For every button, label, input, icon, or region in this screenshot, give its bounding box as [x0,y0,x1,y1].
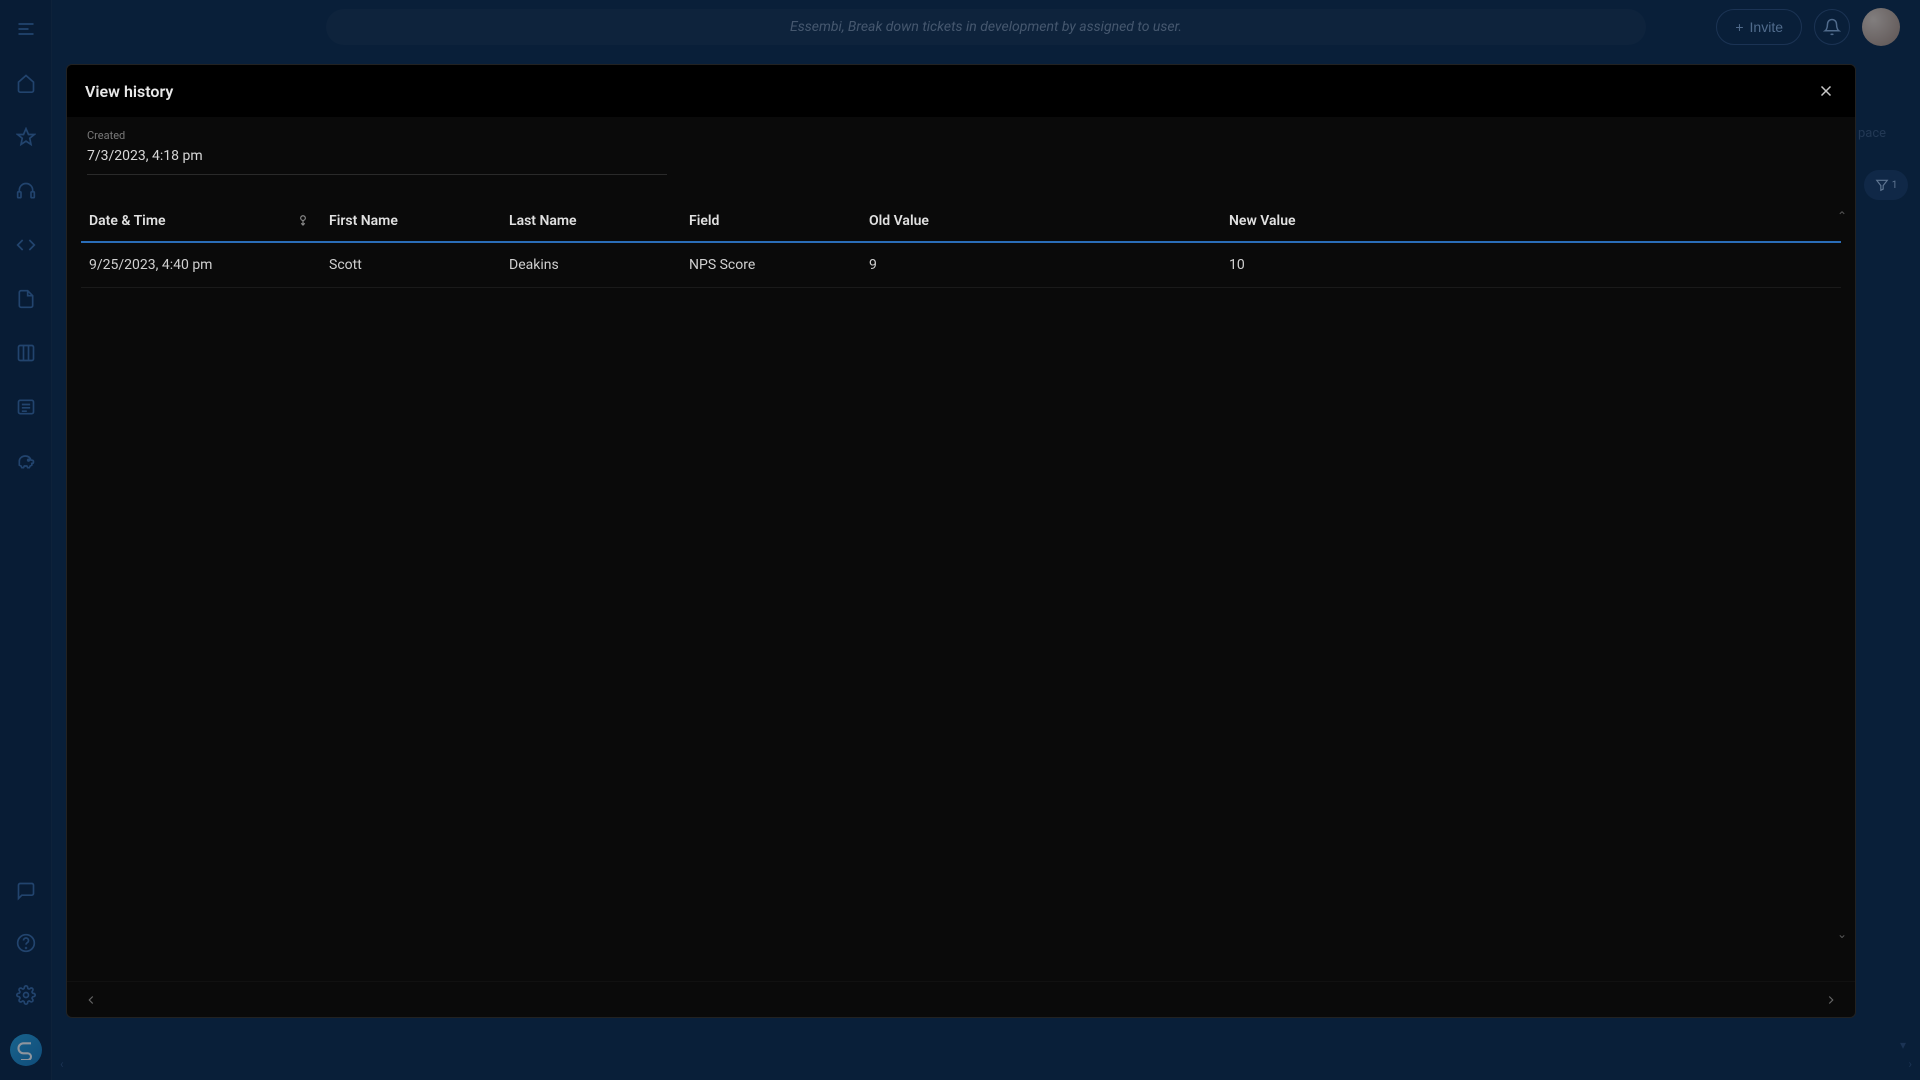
cell-new-value: 10 [1221,242,1841,288]
cell-old-value: 9 [861,242,1221,288]
col-header-label: Date & Time [89,213,166,229]
col-header-first-name[interactable]: First Name [321,203,501,242]
cell-last-name: Deakins [501,242,681,288]
chevron-left-icon [84,993,98,1007]
col-header-field[interactable]: Field [681,203,861,242]
col-header-last-name[interactable]: Last Name [501,203,681,242]
history-table: Date & Time First Name Last Name Field O… [81,203,1841,288]
prev-page-button[interactable] [81,990,101,1010]
created-value: 7/3/2023, 4:18 pm [87,148,667,175]
col-header-new-value[interactable]: New Value [1221,203,1841,242]
chevron-right-icon [1824,993,1838,1007]
col-header-date-time[interactable]: Date & Time [81,203,321,242]
sort-descending-icon[interactable] [295,213,311,229]
next-page-button[interactable] [1821,990,1841,1010]
close-icon [1817,82,1835,100]
table-header-row: Date & Time First Name Last Name Field O… [81,203,1841,242]
scroll-down-chevron-icon[interactable]: ⌄ [1837,927,1847,941]
cell-date-time: 9/25/2023, 4:40 pm [81,242,321,288]
cell-field: NPS Score [681,242,861,288]
cell-first-name: Scott [321,242,501,288]
history-table-container: ⌃ Date & Time First Name Last Name Field [67,175,1855,981]
table-row[interactable]: 9/25/2023, 4:40 pm Scott Deakins NPS Sco… [81,242,1841,288]
modal-header: View history [67,65,1855,117]
modal-footer [67,981,1855,1017]
created-label: Created [87,129,1835,142]
col-header-old-value[interactable]: Old Value [861,203,1221,242]
view-history-modal: View history Created 7/3/2023, 4:18 pm ⌃… [66,64,1856,1018]
created-field: Created 7/3/2023, 4:18 pm [67,117,1855,175]
modal-title: View history [85,82,173,101]
close-button[interactable] [1815,80,1837,102]
